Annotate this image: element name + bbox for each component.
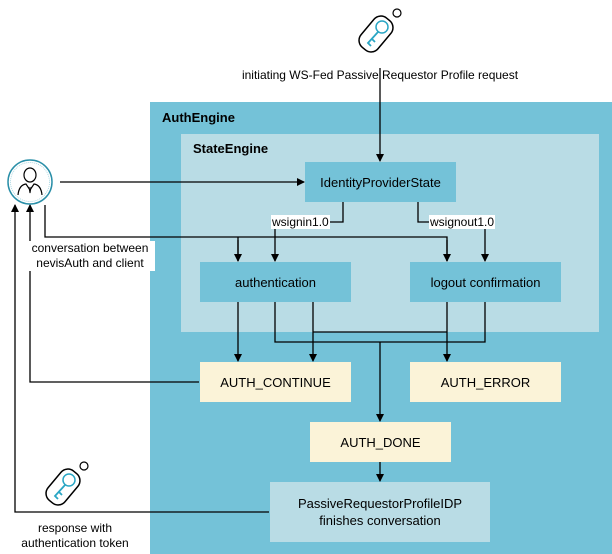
edge-wsignin <box>271 202 344 262</box>
wsignout-label: wsignout1.0 <box>429 215 496 229</box>
request-annotation: initiating WS-Fed Passive Requestor Prof… <box>241 68 519 82</box>
response-line1: response with <box>37 521 113 535</box>
edge-continue-to-user <box>26 204 199 383</box>
wsignin-label: wsignin1.0 <box>271 215 330 229</box>
response-annotation: response with authentication token <box>0 521 150 551</box>
key-fob-icon <box>358 8 402 53</box>
conversation-line1: conversation between <box>31 241 149 255</box>
conversation-annotation: conversation between nevisAuth and clien… <box>25 241 155 271</box>
response-line2: authentication token <box>21 536 129 550</box>
key-fob-icon <box>45 461 89 506</box>
conversation-line2: nevisAuth and client <box>36 256 144 270</box>
user-icon <box>7 159 53 205</box>
edge-to-done <box>274 302 486 421</box>
edge-wsignout <box>417 202 489 262</box>
